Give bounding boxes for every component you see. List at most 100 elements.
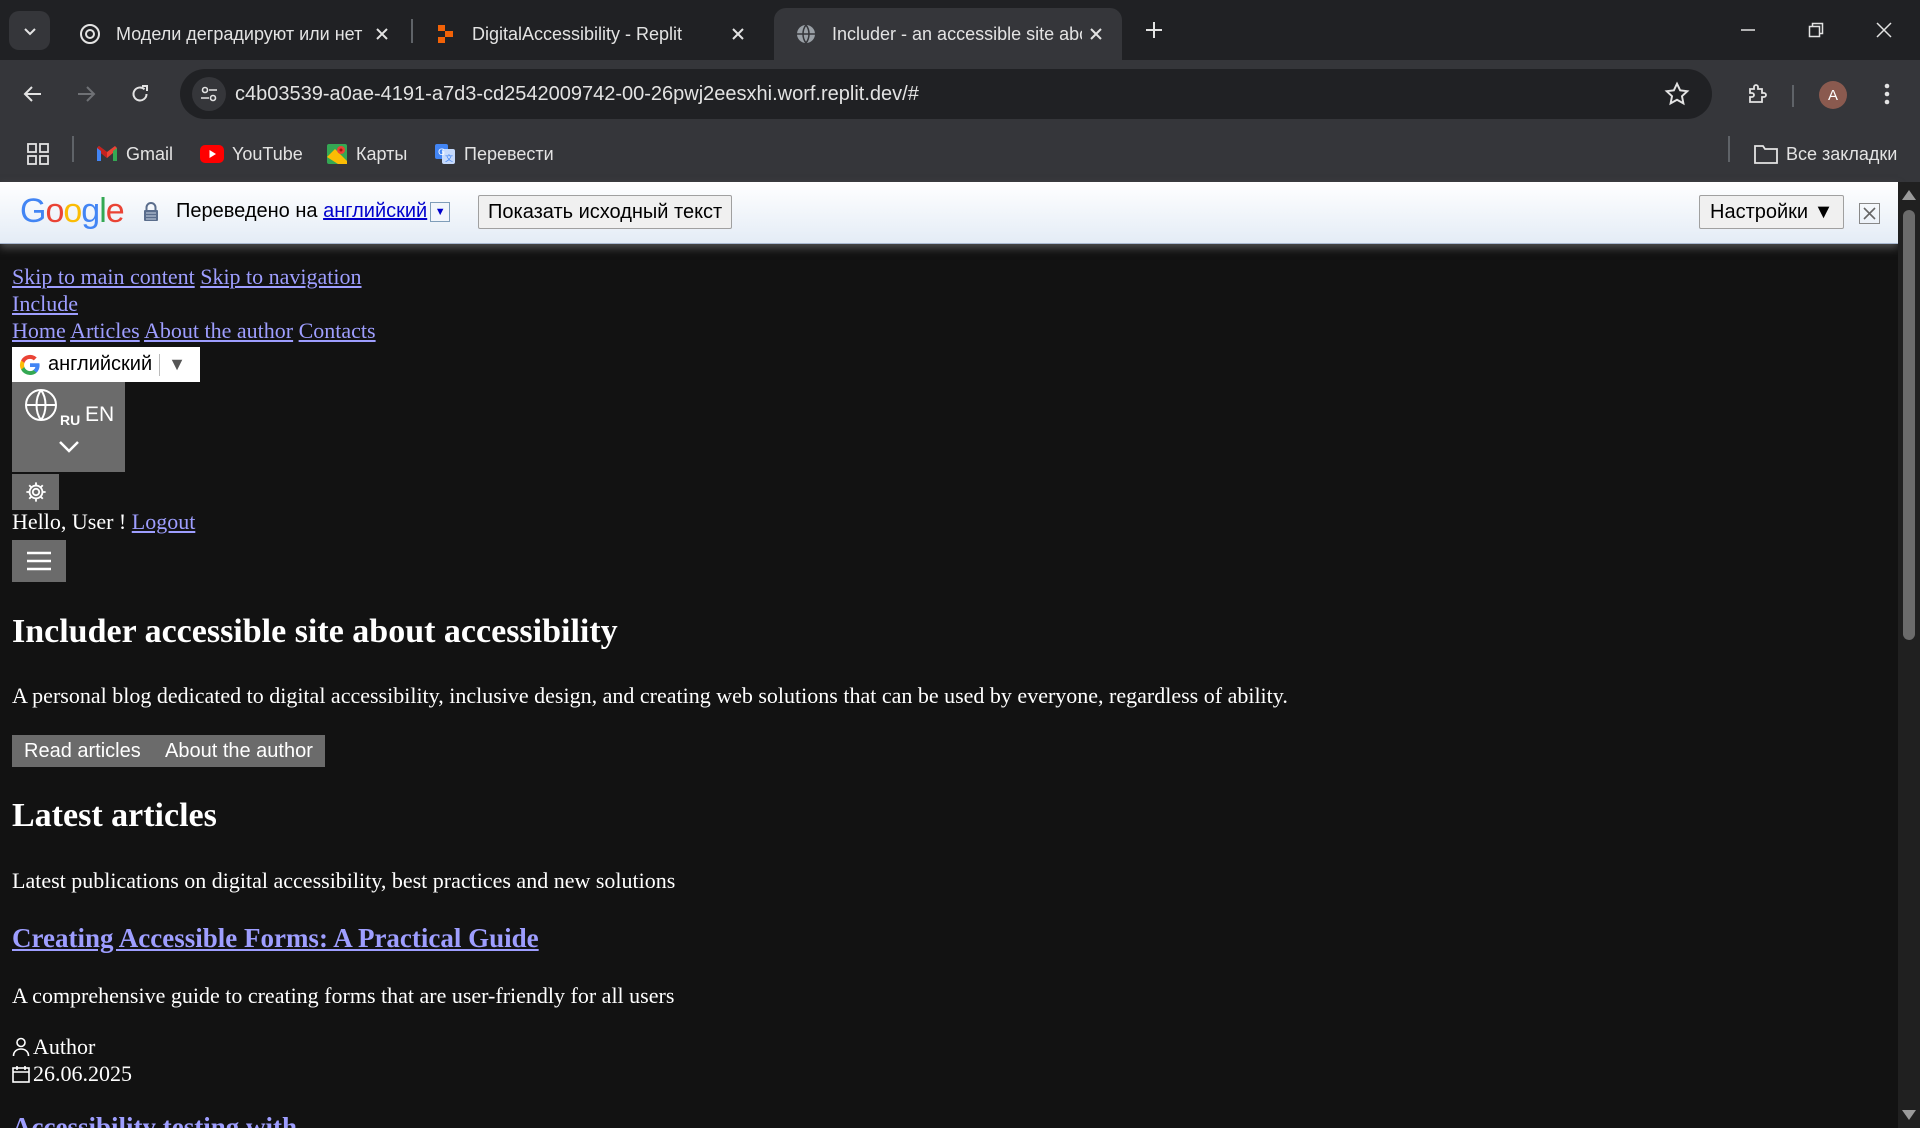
apps-button[interactable] (26, 138, 50, 170)
bookmark-youtube[interactable]: YouTube (200, 138, 303, 170)
toolbar-separator (1792, 85, 1794, 107)
close-icon[interactable] (1082, 20, 1110, 48)
show-original-button[interactable]: Показать исходный текст (478, 195, 733, 229)
chevron-down-icon (59, 441, 79, 453)
apps-grid-icon (27, 143, 49, 165)
language-select[interactable]: английский ▼ (12, 347, 200, 382)
close-icon (1863, 207, 1876, 220)
close-icon (1876, 22, 1892, 38)
article-title-link[interactable]: Accessibility testing with (12, 1112, 297, 1128)
tab-title: Includer - an accessible site abo (832, 23, 1082, 44)
puzzle-icon (1749, 84, 1767, 103)
user-icon (12, 1037, 30, 1057)
translated-to-label: Переведено на (176, 200, 318, 222)
author-name: Author (33, 1034, 96, 1059)
extensions-button[interactable] (1738, 74, 1778, 114)
scrollbar-thumb[interactable] (1903, 210, 1915, 640)
date-text: 26.06.2025 (33, 1061, 132, 1086)
logout-link[interactable]: Logout (132, 509, 196, 534)
all-bookmarks-label: Все закладки (1786, 143, 1898, 164)
latest-articles-heading: Latest articles (12, 797, 217, 834)
article-title-link[interactable]: Creating Accessible Forms: A Practical G… (12, 923, 539, 953)
restore-button[interactable] (1782, 0, 1850, 60)
greeting-text: Hello, User ! (12, 509, 127, 534)
calendar-icon (12, 1066, 30, 1083)
tab-0[interactable]: Модели деградируют или нет (58, 8, 408, 60)
site-name-link[interactable]: Include (12, 291, 78, 316)
bookmark-star-icon[interactable] (1664, 81, 1690, 112)
bookmark-label: Перевести (464, 143, 554, 164)
svg-text:G: G (438, 148, 445, 158)
hamburger-menu-button[interactable] (12, 540, 66, 582)
skip-to-nav-link[interactable]: Skip to navigation (200, 264, 361, 289)
tab-separator (411, 19, 413, 43)
translate-icon: G文 (435, 144, 455, 164)
read-articles-button[interactable]: Read articles (12, 735, 153, 767)
all-bookmarks-button[interactable]: Все закладки (1754, 138, 1897, 170)
bookmark-label: YouTube (232, 143, 303, 164)
globe-icon (794, 22, 818, 46)
nav-about[interactable]: About the author (144, 318, 293, 343)
bookmarks-separator (72, 136, 74, 162)
translate-status: Переведено на английский ▼ (176, 200, 451, 223)
address-bar[interactable]: c4b03539-a0ae-4191-a7d3-cd2542009742-00-… (180, 69, 1712, 119)
back-button[interactable] (13, 74, 53, 114)
menu-icon (27, 551, 51, 571)
google-translate-bar: Google Переведено на английский ▼ Показат… (0, 182, 1898, 244)
close-icon[interactable] (368, 20, 396, 48)
lock-icon (143, 202, 159, 227)
translate-settings-button[interactable]: Настройки ▼ (1699, 195, 1845, 229)
plus-icon (1146, 22, 1162, 38)
translate-close-button[interactable] (1859, 203, 1880, 224)
reload-icon (132, 85, 148, 102)
browser-menu-button[interactable] (1870, 74, 1904, 114)
scroll-up-arrow[interactable] (1902, 190, 1916, 200)
about-author-button[interactable]: About the author (153, 735, 325, 767)
arrow-left-icon (23, 86, 41, 102)
bookmark-gmail[interactable]: Gmail (96, 138, 173, 170)
window-close-button[interactable] (1850, 0, 1918, 60)
tab-1[interactable]: DigitalAccessibility - Replit (414, 8, 764, 60)
article-title: Accessibility testing with (12, 1112, 297, 1128)
accessibility-settings-button[interactable] (12, 474, 59, 510)
scroll-down-arrow[interactable] (1902, 1110, 1916, 1120)
bookmarks-bar: Gmail YouTube Карты G文 Перевести Все зак… (0, 128, 1920, 182)
google-g-icon (12, 353, 48, 377)
page-content: Skip to main content Skip to navigation … (12, 244, 1892, 1128)
select-divider (159, 353, 161, 376)
reload-button[interactable] (120, 74, 160, 114)
site-info-icon[interactable] (192, 77, 226, 111)
lang-en-label: EN (85, 403, 115, 426)
avatar[interactable]: A (1819, 81, 1847, 109)
nav-articles[interactable]: Articles (70, 318, 140, 343)
arrow-right-icon (78, 86, 96, 102)
hero-description: A personal blog dedicated to digital acc… (12, 683, 1288, 708)
target-language-link[interactable]: английский (323, 200, 427, 222)
forward-button[interactable] (66, 74, 106, 114)
chevron-down-icon (23, 27, 36, 35)
nav-contacts[interactable]: Contacts (299, 318, 376, 343)
new-tab-button[interactable] (1138, 14, 1170, 46)
bookmarks-separator (1728, 136, 1730, 162)
minimize-button[interactable] (1714, 0, 1782, 60)
language-switcher-button[interactable]: RU EN (12, 382, 125, 472)
page-scrollbar[interactable] (1898, 182, 1920, 1128)
tab-search-button[interactable] (9, 11, 50, 50)
nav-home[interactable]: Home (12, 318, 66, 343)
bookmark-label: Gmail (126, 143, 174, 164)
hero-title: Includer accessible site about accessibi… (12, 613, 618, 650)
bookmark-translate[interactable]: G文 Перевести (434, 138, 554, 170)
bookmark-maps[interactable]: Карты (326, 138, 407, 170)
article-title: Creating Accessible Forms: A Practical G… (12, 923, 539, 954)
more-vertical-icon (1884, 83, 1890, 105)
dropdown-arrow-icon: ▼ (168, 354, 186, 374)
language-dropdown-icon[interactable]: ▼ (430, 201, 451, 222)
globe-icon (25, 389, 57, 421)
selected-language: английский (48, 353, 153, 375)
user-greeting: Hello, User ! Logout (12, 509, 195, 535)
skip-to-main-link[interactable]: Skip to main content (12, 264, 195, 289)
site-logo: Include (12, 291, 78, 317)
close-icon[interactable] (724, 20, 752, 48)
tab-2-active[interactable]: Includer - an accessible site abo (774, 8, 1122, 60)
folder-icon (1754, 145, 1778, 164)
